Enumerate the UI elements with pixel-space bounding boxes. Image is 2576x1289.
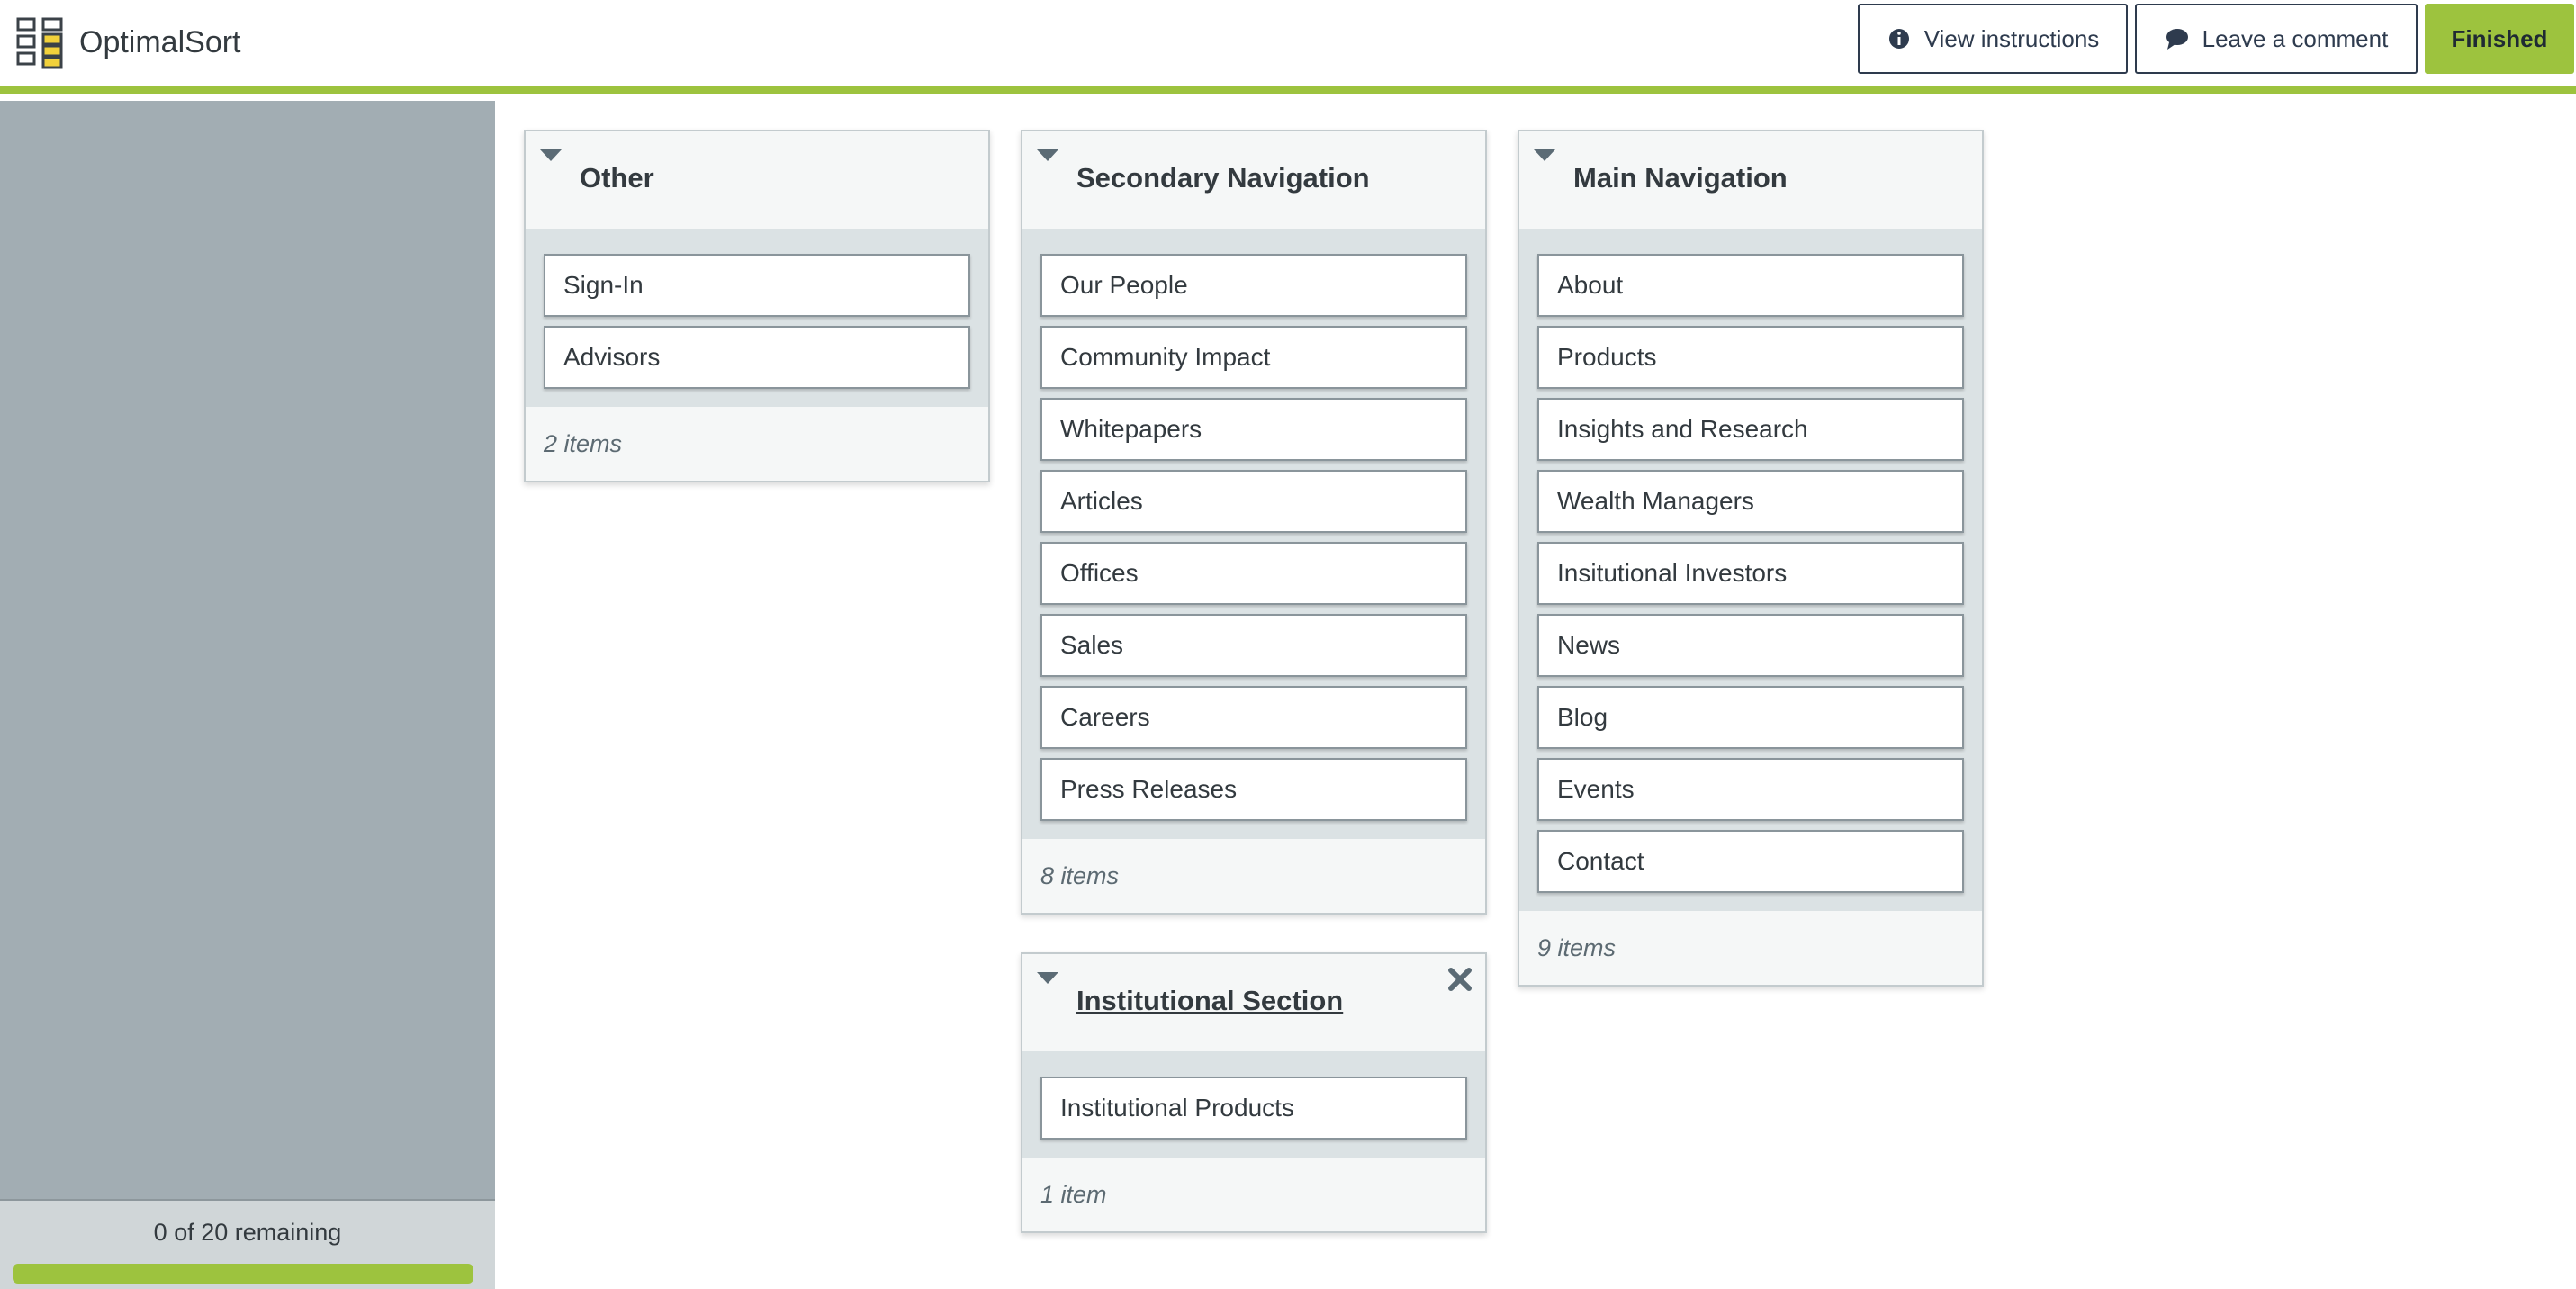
close-icon[interactable] [1446,965,1474,994]
unsorted-cards-sidebar: 0 of 20 remaining [0,101,495,1289]
card[interactable]: Offices [1040,542,1467,605]
group-header[interactable]: Secondary Navigation [1022,131,1485,229]
group-header[interactable]: Institutional Section [1022,954,1485,1051]
group-other[interactable]: Other Sign-In Advisors 2 items [524,130,990,482]
info-icon [1888,29,1909,49]
group-header[interactable]: Other [526,131,988,229]
card[interactable]: Community Impact [1040,326,1467,389]
group-header[interactable]: Main Navigation [1519,131,1982,229]
group-item-count: 9 items [1519,911,1982,985]
group-title[interactable]: Other [580,162,654,194]
sidebar-footer: 0 of 20 remaining [0,1199,495,1289]
group-item-count: 2 items [526,407,988,481]
card-list: Sign-In Advisors [526,229,988,407]
caret-down-icon[interactable] [540,149,562,161]
card[interactable]: About [1537,254,1964,317]
caret-down-icon[interactable] [1037,972,1058,984]
card[interactable]: Articles [1040,470,1467,533]
app-title: OptimalSort [79,25,241,59]
card[interactable]: Contact [1537,830,1964,893]
progress-fill [13,1264,473,1284]
card[interactable]: News [1537,614,1964,677]
view-instructions-label: View instructions [1923,24,2100,52]
group-title[interactable]: Main Navigation [1573,162,1788,194]
group-item-count: 8 items [1022,839,1485,913]
card[interactable]: Whitepapers [1040,398,1467,461]
card[interactable]: Insights and Research [1537,398,1964,461]
card-list: About Products Insights and Research Wea… [1519,229,1982,911]
optimalsort-logo-icon [16,17,63,69]
leave-comment-button[interactable]: Leave a comment [2135,4,2418,74]
speech-bubble-icon [2166,29,2188,50]
card-list: Institutional Products [1022,1051,1485,1158]
caret-down-icon[interactable] [1534,149,1555,161]
card[interactable]: Advisors [544,326,970,389]
finished-label: Finished [2451,24,2548,52]
group-institutional-section[interactable]: Institutional Section Institutional Prod… [1021,952,1487,1233]
remaining-count: 0 of 20 remaining [153,1219,342,1246]
group-secondary-navigation[interactable]: Secondary Navigation Our People Communit… [1021,130,1487,915]
group-item-count: 1 item [1022,1158,1485,1231]
card[interactable]: Products [1537,326,1964,389]
group-title[interactable]: Institutional Section [1076,985,1343,1017]
card[interactable]: Blog [1537,686,1964,749]
card[interactable]: Insitutional Investors [1537,542,1964,605]
view-instructions-button[interactable]: View instructions [1858,4,2128,74]
top-bar: OptimalSort View instructions Leave a co… [0,0,2576,94]
card[interactable]: Wealth Managers [1537,470,1964,533]
card-list: Our People Community Impact Whitepapers … [1022,229,1485,839]
card[interactable]: Careers [1040,686,1467,749]
card[interactable]: Events [1537,758,1964,821]
progress-bar [13,1264,473,1284]
card[interactable]: Sign-In [544,254,970,317]
finished-button[interactable]: Finished [2425,4,2574,74]
caret-down-icon[interactable] [1037,149,1058,161]
card[interactable]: Institutional Products [1040,1077,1467,1140]
leave-comment-label: Leave a comment [2202,24,2389,52]
card[interactable]: Our People [1040,254,1467,317]
group-main-navigation[interactable]: Main Navigation About Products Insights … [1518,130,1984,987]
card[interactable]: Press Releases [1040,758,1467,821]
card[interactable]: Sales [1040,614,1467,677]
group-title[interactable]: Secondary Navigation [1076,162,1370,194]
